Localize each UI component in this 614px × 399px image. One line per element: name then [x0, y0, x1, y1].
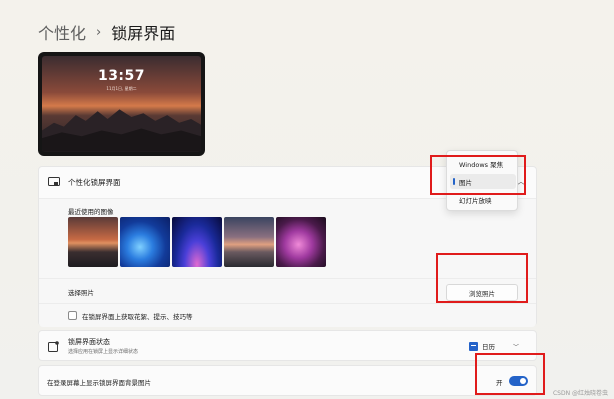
- login-background-title: 在登录屏幕上显示锁屏界面背景图片: [47, 379, 151, 387]
- menu-item-windows-spotlight[interactable]: Windows 聚焦: [450, 156, 516, 171]
- background-type-dropdown: Windows 聚焦 图片 幻灯片放映: [446, 150, 518, 211]
- chevron-right-icon: ›: [96, 24, 102, 40]
- mountain-silhouette: [42, 109, 201, 152]
- recent-image-thumbnail[interactable]: [68, 217, 118, 267]
- tips-checkbox-label[interactable]: 在锁屏界面上获取花絮、提示、技巧等: [82, 311, 193, 321]
- lockscreen-icon: [48, 177, 60, 186]
- chevron-up-icon[interactable]: ︿: [517, 176, 525, 187]
- menu-item-picture[interactable]: 图片: [450, 174, 516, 189]
- recent-image-thumbnail[interactable]: [224, 217, 274, 267]
- status-subtitle: 选择应用在锁屏上显示详细状态: [68, 349, 139, 355]
- recent-image-thumbnail[interactable]: [120, 217, 170, 267]
- toggle-knob: [520, 378, 526, 384]
- calendar-icon: [469, 341, 478, 351]
- status-icon: [48, 341, 59, 352]
- page-title: 锁屏界面: [111, 24, 176, 43]
- choose-photo-row: 选择照片 浏览照片: [39, 278, 536, 303]
- status-app-value: 日历: [482, 343, 495, 351]
- status-app-select[interactable]: 日历 ﹀: [469, 338, 525, 354]
- recent-images-label: 最近使用的图像: [68, 208, 114, 216]
- menu-item-picture-label: 图片: [459, 178, 472, 187]
- choose-photo-label: 选择照片: [68, 289, 94, 297]
- preview-time: 13:57: [97, 68, 146, 84]
- preview-date: 11月1日, 星期二: [106, 86, 137, 91]
- browse-photos-button[interactable]: 浏览照片: [446, 284, 518, 301]
- recent-image-thumbnail[interactable]: [172, 217, 222, 267]
- status-title: 锁屏界面状态: [68, 338, 110, 346]
- breadcrumb: 个性化 › 锁屏界面: [38, 20, 175, 44]
- toggle-state-label: 开: [496, 379, 503, 387]
- personalize-title: 个性化锁屏界面: [68, 178, 121, 187]
- breadcrumb-parent[interactable]: 个性化: [38, 20, 86, 44]
- tips-row: 在锁屏界面上获取花絮、提示、技巧等: [39, 303, 536, 327]
- preview-wallpaper: 13:57 11月1日, 星期二: [42, 56, 201, 152]
- selected-indicator: [453, 178, 455, 185]
- login-background-card: 在登录屏幕上显示锁屏界面背景图片 开: [38, 365, 537, 396]
- recent-image-thumbnail[interactable]: [276, 217, 326, 267]
- menu-item-slideshow[interactable]: 幻灯片放映: [450, 192, 516, 207]
- watermark: CSDN @红烛晓卷虫: [552, 390, 608, 397]
- login-background-toggle[interactable]: [509, 376, 528, 386]
- recent-images-list: [68, 217, 326, 267]
- lockscreen-preview: 13:57 11月1日, 星期二: [38, 52, 205, 156]
- tips-checkbox[interactable]: [68, 311, 77, 320]
- chevron-down-icon: ﹀: [513, 343, 520, 351]
- lockscreen-status-card: 锁屏界面状态 选择应用在锁屏上显示详细状态 日历 ﹀: [38, 330, 537, 361]
